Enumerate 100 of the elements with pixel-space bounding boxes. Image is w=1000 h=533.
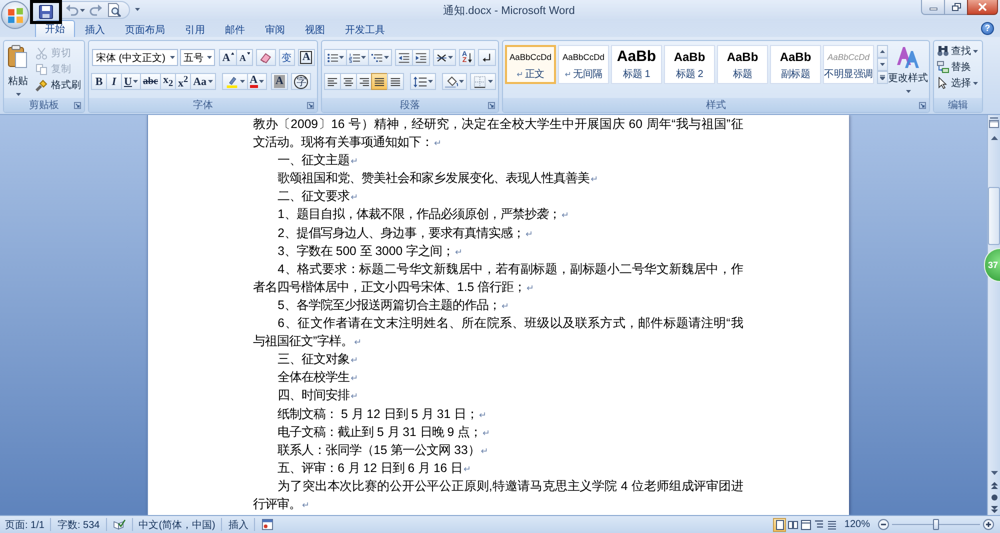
up-arrow-icon [880, 50, 885, 53]
close-icon [978, 3, 987, 11]
styles-icon [895, 45, 921, 69]
redo-button[interactable] [89, 2, 103, 18]
numbering-button[interactable] [346, 49, 370, 66]
dialog-launcher-icon[interactable] [74, 102, 81, 108]
scroll-down-button[interactable] [877, 58, 888, 71]
style-tile[interactable]: AaBbCcDd ↵ 无间隔 [558, 45, 609, 84]
bold-button[interactable]: B [91, 73, 107, 90]
highlight-button[interactable] [222, 73, 248, 90]
show-marks-button[interactable] [478, 49, 496, 66]
style-tile[interactable]: AaBb 标题 [717, 45, 768, 84]
font-name-field[interactable]: 宋体 (中文正文) [92, 49, 178, 66]
bullets-button[interactable] [324, 49, 348, 66]
zoom-slider[interactable] [892, 519, 980, 530]
align-right-icon [358, 76, 370, 88]
dialog-launcher-icon[interactable] [488, 102, 495, 108]
change-case-button[interactable]: Aa [190, 73, 216, 90]
format-painter-button[interactable]: 格式刷 [33, 77, 83, 93]
web-layout-icon [800, 520, 811, 530]
ribbon-tab[interactable]: 页面布局 [115, 21, 175, 37]
style-tile[interactable]: AaBbCcDd 不明显强调 [823, 45, 874, 84]
print-preview-icon [107, 3, 121, 17]
ribbon-tab[interactable]: 开发工具 [335, 21, 395, 37]
dialog-launcher-icon[interactable] [307, 102, 314, 108]
character-shading-button[interactable]: A [270, 73, 288, 90]
change-styles-button[interactable]: 更改样式 [888, 45, 928, 93]
caret-icon [208, 80, 213, 83]
ribbon-tab[interactable]: 视图 [295, 21, 335, 37]
scroll-up-button[interactable] [877, 45, 888, 58]
ribbon-tab[interactable]: 引用 [175, 21, 215, 37]
ribbon-tab[interactable]: 邮件 [215, 21, 255, 37]
scissors-icon [35, 46, 48, 60]
increase-indent-button[interactable] [412, 49, 430, 66]
select-button[interactable]: 选择 [937, 75, 981, 91]
insert-mode-indicator[interactable]: 插入 [228, 518, 248, 532]
justify-icon [374, 76, 386, 88]
zoom-in-icon[interactable] [983, 519, 994, 530]
circle-icon [990, 494, 998, 501]
customize-toolbar-button[interactable] [135, 8, 140, 11]
italic-button[interactable]: I [106, 73, 122, 90]
justify-button[interactable] [371, 73, 388, 90]
find-button[interactable]: 查找 [937, 43, 981, 59]
paragraph: 全体在校学生↵ [276, 369, 360, 386]
superscript-button[interactable]: x$^{2}$ [175, 73, 192, 90]
style-tile[interactable]: AaBb 副标题 [770, 45, 821, 84]
restore-button[interactable] [944, 0, 968, 15]
multilevel-list-button[interactable] [368, 49, 392, 66]
ribbon-tab[interactable]: 审阅 [255, 21, 295, 37]
zoom-out-icon[interactable] [878, 519, 889, 530]
clear-formatting-button[interactable] [256, 49, 276, 66]
ribbon-tab[interactable]: 插入 [75, 21, 115, 37]
print-preview-button[interactable] [107, 2, 121, 18]
align-left-button[interactable] [324, 73, 341, 90]
enclose-characters-button[interactable]: 字 [291, 73, 312, 90]
replace-button[interactable]: 替换 [937, 59, 981, 75]
chinese-layout-button[interactable] [432, 49, 456, 66]
ruler-toggle-icon[interactable] [989, 117, 999, 129]
double-down-arrow-icon [990, 506, 998, 513]
macro-record-icon[interactable] [261, 519, 274, 530]
undo-button[interactable] [65, 2, 85, 18]
zoom-level[interactable]: 120% [844, 519, 870, 530]
character-border-button[interactable]: A [298, 49, 315, 66]
group-label: 样式 [706, 98, 726, 112]
distribute-button[interactable] [387, 73, 404, 90]
redo-icon [89, 3, 103, 17]
paragraph: 三、征文对象↵ [276, 351, 360, 368]
paragraph: 2、提倡写身边人、身边事，要求有真情实感；↵ [276, 224, 534, 242]
more-styles-button[interactable] [877, 71, 888, 84]
underline-button[interactable]: U [121, 73, 141, 90]
dialog-launcher-icon[interactable] [919, 102, 926, 108]
borders-button[interactable] [470, 73, 496, 90]
word-count[interactable]: 字数: 534 [57, 518, 100, 532]
print-layout-button[interactable] [773, 518, 786, 532]
style-tile[interactable]: AaBbCcDd ↵ 正文 [505, 45, 556, 84]
font-color-button[interactable]: A [246, 73, 267, 90]
phonetic-guide-button[interactable]: 变 [278, 49, 295, 66]
style-tile[interactable]: AaBb 标题 1 [611, 45, 662, 84]
language-indicator[interactable]: 中文(简体，中国) [138, 518, 216, 532]
paragraph: 五、评审：6 月 12 日到 6 月 16 日↵ [276, 460, 472, 477]
shrink-font-button[interactable]: A [236, 49, 254, 66]
web-layout-button[interactable] [799, 518, 812, 532]
decrease-indent-button[interactable] [394, 49, 413, 66]
grow-font-button[interactable]: A [219, 49, 238, 66]
slider-thumb[interactable] [933, 519, 939, 530]
align-center-button[interactable] [340, 73, 357, 90]
style-tile[interactable]: AaBb 标题 2 [664, 45, 715, 84]
proofing-icon[interactable] [112, 519, 126, 530]
page-count[interactable]: 页面: 1/1 [5, 518, 44, 532]
line-spacing-button[interactable] [410, 73, 436, 90]
close-button[interactable] [967, 0, 998, 15]
shading-button[interactable] [442, 73, 468, 90]
paste-button[interactable]: 粘贴 [7, 43, 29, 98]
scroll-thumb[interactable] [988, 187, 1000, 245]
double-up-arrow-icon [990, 482, 998, 489]
strikethrough-button[interactable]: abc [140, 73, 161, 90]
paragraph: 联系人：张同学（15 第一公文网 33）↵ [276, 442, 490, 459]
paragraph: 一、征文主题↵ [276, 152, 360, 170]
down-arrow-icon [468, 52, 472, 64]
font-size-field[interactable]: 五号 [180, 49, 216, 66]
